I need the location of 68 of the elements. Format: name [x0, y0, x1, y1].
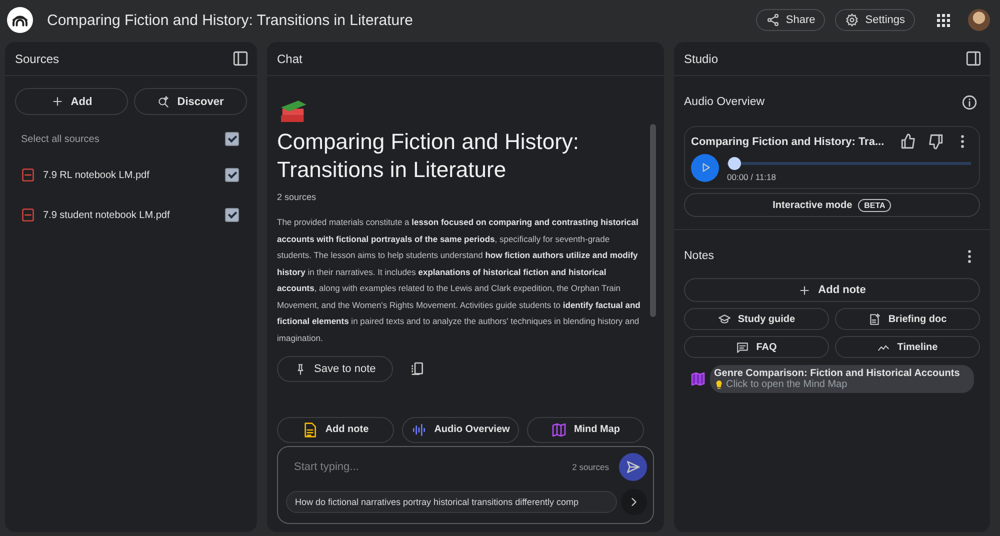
play-button[interactable]: [691, 154, 719, 182]
playback-time: 00:00 / 11:18: [727, 172, 777, 182]
plus-icon: [798, 284, 812, 296]
section-title: Notes: [684, 250, 714, 262]
panel-title: Chat: [277, 52, 302, 66]
mindmap-action-button[interactable]: Mind Map: [527, 417, 644, 443]
suggestion-chip[interactable]: How do fictional narratives portray historical transitions differently comp: [286, 491, 617, 513]
info-icon[interactable]: [961, 94, 978, 110]
progress-thumb[interactable]: [728, 157, 741, 170]
share-button[interactable]: Share: [756, 9, 826, 31]
note-icon: [302, 422, 318, 438]
beta-badge: BETA: [858, 198, 892, 212]
settings-button[interactable]: Settings: [835, 9, 915, 31]
copy-icon[interactable]: [408, 361, 425, 377]
avatar[interactable]: [968, 9, 990, 31]
checkbox[interactable]: [225, 132, 239, 146]
graduation-cap-icon: [718, 312, 731, 326]
settings-icon: [845, 13, 860, 27]
source-name[interactable]: 7.9 student notebook LM.pdf: [43, 210, 217, 220]
save-to-note-button[interactable]: Save to note: [277, 356, 393, 382]
message-field[interactable]: Start typing...: [286, 457, 562, 477]
add-source-button[interactable]: Add: [15, 88, 128, 115]
notebook-title: Comparing Fiction and History: Transitions in Literature: [47, 12, 413, 28]
panel-toggle-icon[interactable]: [232, 50, 249, 67]
checkbox[interactable]: [225, 208, 239, 222]
section-title: Audio Overview: [684, 96, 765, 108]
apps-grid-icon[interactable]: [937, 14, 950, 26]
note-subtitle: Click to open the Mind Map: [726, 379, 848, 390]
logo-icon: [7, 7, 33, 33]
send-icon: [625, 459, 641, 475]
checkbox[interactable]: [225, 168, 239, 182]
pdf-file-icon: [21, 208, 35, 222]
panel-title: Studio: [684, 52, 718, 66]
briefing-button[interactable]: Briefing doc: [835, 308, 980, 330]
sound-wave-icon: [411, 422, 428, 438]
send-button[interactable]: [619, 453, 647, 481]
source-count: 2 sources: [277, 192, 318, 202]
sparkle-search-icon: [157, 95, 170, 108]
thumbs-up-icon[interactable]: [900, 133, 917, 150]
source-name[interactable]: 7.9 RL notebook LM.pdf: [43, 170, 217, 180]
document-sparkle-icon: [868, 312, 882, 326]
timeline-button[interactable]: Timeline: [835, 336, 980, 358]
discover-source-button[interactable]: Discover: [134, 88, 247, 115]
add-note-button[interactable]: Add note: [684, 278, 980, 302]
source-count: 2 sources: [572, 462, 609, 472]
scrollbar[interactable]: [650, 124, 656, 317]
panel-toggle-icon[interactable]: [965, 50, 982, 67]
chat-lines-icon: [736, 340, 750, 354]
audio-action-button[interactable]: Audio Overview: [402, 417, 519, 443]
select-all-label: Select all sources: [21, 134, 100, 144]
study-button[interactable]: Study guide: [684, 308, 829, 330]
interactive-mode-button[interactable]: Interactive mode BETA: [684, 193, 980, 217]
share-icon: [766, 13, 780, 27]
pdf-file-icon: [21, 168, 35, 182]
map-icon: [690, 371, 706, 387]
note-title: Genre Comparison: Fiction and Historical Accounts: [714, 368, 961, 379]
faq-button[interactable]: FAQ: [684, 336, 829, 358]
audio-title: Comparing Fiction and History: Tra...: [691, 136, 886, 148]
note-item[interactable]: Genre Comparison: Fiction and Historical Accounts Click to open the Mind Map: [710, 365, 974, 393]
note-action-button[interactable]: Add note: [277, 417, 394, 443]
summary-paragraph: The provided materials constitute a lesson focused on comparing and contrasting historical accounts with fictional portrayals of the same periods, specifically for seventh-grade students. The lesson aims to help students understand how fiction authors utilize and modify history in their narratives. It includes explanations of historical fiction and historical accounts, along with examples related to the Lewis and Clark expedition, the Orphan Train Movement, and the Women's Rights Movement. Activities guide students to identify factual and fictional elements in paired texts and to analyze the authors' techniques in blending history and imagination.: [277, 216, 642, 345]
thumbs-down-icon[interactable]: [927, 133, 944, 150]
plus-icon: [50, 95, 64, 108]
next-button[interactable]: [621, 489, 647, 515]
chat-heading: Comparing Fiction and History: Transitions in Literature: [277, 128, 580, 184]
panel-title: Sources: [15, 52, 60, 66]
map-icon: [550, 422, 567, 438]
lightbulb-icon: [714, 380, 724, 390]
